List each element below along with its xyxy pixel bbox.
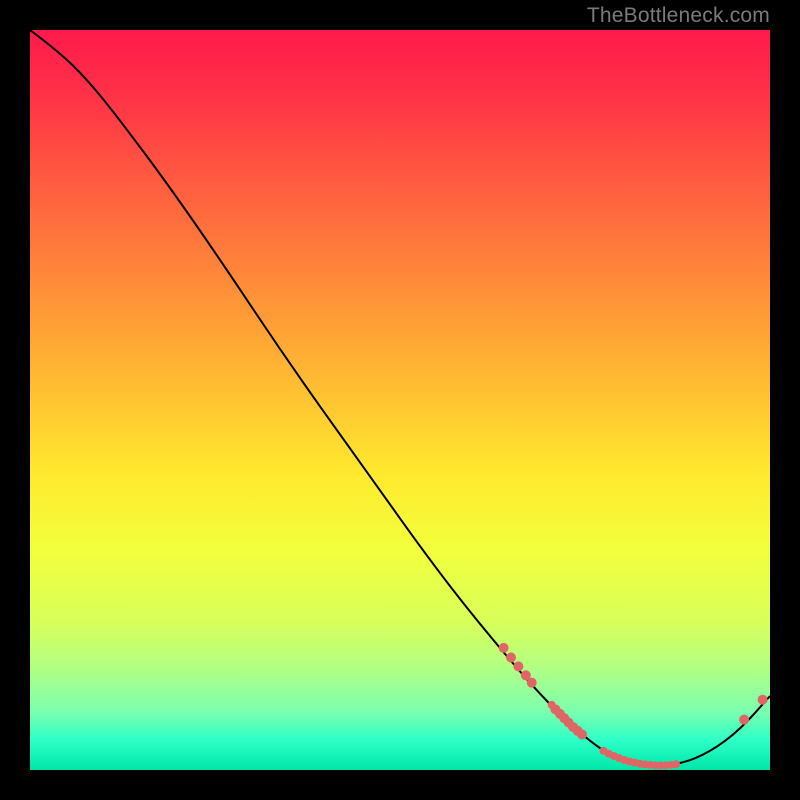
curve-line xyxy=(30,30,770,765)
chart-svg xyxy=(30,30,770,770)
chart-stage: TheBottleneck.com xyxy=(0,0,800,800)
data-dot xyxy=(506,653,516,663)
data-dot xyxy=(758,695,768,705)
data-dot xyxy=(739,715,749,725)
data-dot xyxy=(499,643,509,653)
plot-area xyxy=(30,30,770,770)
data-dot xyxy=(577,729,587,739)
data-dot xyxy=(672,760,680,768)
data-dot xyxy=(527,678,537,688)
data-dots xyxy=(499,643,768,770)
watermark-text: TheBottleneck.com xyxy=(587,4,770,28)
data-dot xyxy=(513,661,523,671)
